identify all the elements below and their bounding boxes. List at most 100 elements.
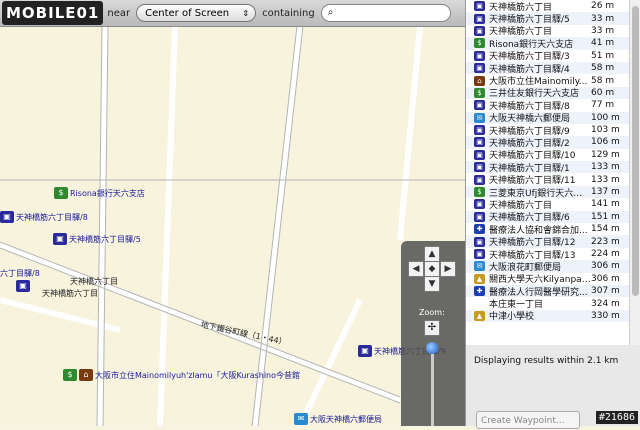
bus-icon: ▣	[474, 137, 485, 148]
result-row[interactable]: ▣ 天神橋筋六丁目驛/12 223 m	[466, 235, 629, 248]
result-row[interactable]: ▣ 天神橋筋六丁目驛/10 129 m	[466, 149, 629, 161]
result-row[interactable]: ✉ 大阪浪花町郵便局 306 m	[466, 260, 629, 273]
result-name: 醫療法人行岡醫學研究...	[489, 287, 588, 298]
result-row[interactable]: ▣ 天神橋筋六丁目驛/8 77 m	[466, 99, 629, 112]
result-row[interactable]: $ Risona銀行天六支店 41 m	[466, 37, 629, 50]
result-distance: 103 m	[591, 125, 620, 136]
result-distance: 151 m	[591, 211, 620, 222]
map-poi-post[interactable]: ✉ 大阪天神橋六郵便局	[294, 413, 382, 425]
scrollbar-thumb[interactable]	[632, 6, 639, 296]
result-distance: 224 m	[591, 249, 620, 259]
near-select[interactable]: Center of Screen ⇕	[136, 4, 257, 22]
bus-icon: ▣	[474, 100, 485, 111]
blank-icon	[474, 299, 485, 309]
result-row[interactable]: ⌂ 大阪市立住Mainomily... 58 m	[466, 74, 629, 88]
result-distance: 77 m	[591, 100, 615, 111]
hospital-icon: ✚	[474, 286, 485, 297]
search-field[interactable]: ⌕	[320, 4, 451, 22]
result-name: 天神橋筋六丁目驛/5	[489, 15, 570, 26]
result-name: 大阪浪花町郵便局	[489, 262, 562, 273]
result-name: 大阪天神橋六郵便局	[489, 114, 571, 125]
result-row[interactable]: 本庄東一丁目 324 m	[466, 297, 629, 311]
result-row[interactable]: ▣ 天神橋筋六丁目驛/1 133 m	[466, 161, 629, 174]
bus-icon: ▣	[474, 13, 485, 24]
bus-icon: ▣	[474, 50, 485, 61]
result-row[interactable]: ▣ 天神橋筋六丁目驛/3 51 m	[466, 50, 629, 62]
result-row[interactable]: ▣ 天神橋筋六丁目 33 m	[466, 25, 629, 37]
pan-left-button[interactable]: ◀	[408, 261, 424, 277]
result-row[interactable]: ▣ 天神橋筋六丁目驛/13 224 m	[466, 248, 629, 261]
result-row[interactable]: ▲ 關西大學天六Kilyanpasu 306 m	[466, 273, 629, 285]
result-distance: 306 m	[591, 273, 620, 284]
zoom-slider-thumb[interactable]	[426, 342, 438, 354]
result-row[interactable]: ✉ 大阪天神橋六郵便局 100 m	[466, 111, 629, 125]
create-waypoint-label: Create Waypoint...	[481, 416, 565, 426]
map-poi-museum[interactable]: $ ⌂ 大阪市立住Mainomilyuh'zlamu「大阪Kurashino今昔…	[63, 369, 300, 381]
status-text: Displaying results within 2.1 km	[474, 356, 619, 366]
bus-icon: ▣	[474, 174, 485, 185]
map-view[interactable]: MOBILE01 near Center of Screen ⇕ contain…	[0, 0, 465, 426]
bus-icon: ▣	[53, 233, 67, 245]
search-toolbar: MOBILE01 near Center of Screen ⇕ contain…	[0, 0, 465, 27]
result-name: 天神橋筋六丁目驛/2	[489, 139, 570, 149]
result-row[interactable]: ▲ 中津小學校 330 m	[466, 309, 629, 323]
result-distance: 133 m	[591, 174, 620, 185]
result-name: Risona銀行天六支店	[489, 39, 574, 50]
result-row[interactable]: $ 三菱東京Ufj銀行天六支店 137 m	[466, 185, 629, 199]
result-name: 天神橋筋六丁目驛/13	[489, 250, 576, 261]
result-distance: 58 m	[591, 75, 615, 86]
results-scrollbar[interactable]	[629, 0, 640, 345]
result-row[interactable]: ▣ 天神橋筋六丁目驛/9 103 m	[466, 124, 629, 137]
result-row[interactable]: ▣ 天神橋筋六丁目驛/4 58 m	[466, 61, 629, 75]
result-row[interactable]: ▣ 天神橋筋六丁目驛/6 151 m	[466, 210, 629, 223]
pan-down-button[interactable]: ▼	[424, 276, 440, 292]
map-poi-bus[interactable]: 六丁目驛/8	[0, 268, 40, 279]
poi-label: 天神橋筋六丁目驛/8	[16, 212, 88, 222]
result-distance: 41 m	[591, 38, 615, 49]
result-name: 中津小學校	[489, 312, 535, 323]
map-poi-bus[interactable]: ▣ 天神橋筋六丁目驛/8	[0, 211, 88, 223]
result-row[interactable]: ▣ 天神橋筋六丁目 26 m	[466, 0, 629, 13]
result-row[interactable]: $ 三井住友銀行天六支店 60 m	[466, 86, 629, 100]
zoom-slider-track[interactable]	[431, 347, 434, 426]
poi-label: 大阪天神橋六郵便局	[310, 414, 382, 424]
result-row[interactable]: ▣ 天神橋筋六丁目 141 m	[466, 198, 629, 211]
result-distance: 306 m	[591, 261, 620, 272]
result-name: 天神橋筋六丁目	[489, 2, 553, 13]
result-row[interactable]: ✚ 醫療法人行岡醫學研究... 307 m	[466, 284, 629, 298]
result-name: 天神橋筋六丁目驛/8	[489, 101, 570, 112]
map-poi-bank[interactable]: $ Risona銀行天六支店	[54, 187, 145, 199]
result-distance: 129 m	[591, 149, 620, 160]
result-row[interactable]: ▣ 天神橋筋六丁目驛/2 106 m	[466, 136, 629, 149]
pan-up-button[interactable]: ▲	[424, 246, 440, 262]
result-name: 三井住友銀行天六支店	[489, 89, 580, 100]
result-name: 天神橋筋六丁目驛/11	[489, 176, 576, 187]
result-name: 三菱東京Ufj銀行天六支店	[489, 188, 591, 199]
bus-icon: ▣	[474, 249, 485, 259]
zoom-label: Zoom:	[419, 308, 445, 317]
bank-icon: $	[474, 87, 485, 98]
map-poi-bus-marker[interactable]: ▣	[16, 280, 32, 292]
result-name: 天神橋筋六丁目驛/9	[489, 126, 570, 137]
result-row[interactable]: ✚ 醫療法人協和會錦合加... 154 m	[466, 223, 629, 236]
pan-right-button[interactable]: ▶	[440, 261, 456, 277]
poi-label: 六丁目驛/8	[0, 269, 40, 278]
result-name: 醫療法人協和會錦合加...	[489, 225, 588, 236]
map-navigation-panel: ▲ ◀ ◆ ▶ ▼ Zoom: ✢	[401, 241, 465, 426]
zoom-in-button[interactable]: ✢	[424, 320, 440, 336]
result-row[interactable]: ▣ 天神橋筋六丁目驛/11 133 m	[466, 173, 629, 187]
result-distance: 324 m	[591, 298, 620, 309]
containing-label: containing	[262, 7, 315, 19]
result-name: 大阪市立住Mainomily...	[489, 77, 588, 88]
create-waypoint-button[interactable]: Create Waypoint...	[476, 411, 580, 429]
post-office-icon: ✉	[294, 413, 308, 425]
map-poi-bus[interactable]: ▣ 天神橋筋六丁目驛/5	[53, 233, 141, 245]
pan-center-button[interactable]: ◆	[424, 261, 440, 277]
result-name: 天神橋筋六丁目驛/3	[489, 52, 570, 63]
poi-label: 大阪市立住Mainomilyuh'zlamu「大阪Kurashino今昔館	[95, 370, 301, 380]
result-row[interactable]: ▣ 天神橋筋六丁目驛/5 33 m	[466, 12, 629, 26]
result-distance: 58 m	[591, 63, 615, 74]
results-list: ▣ 天神橋筋六丁目 26 m ▣ 天神橋筋六丁目驛/5 33 m ▣ 天神橋筋六丁目 33 m $…	[466, 0, 629, 345]
poi-label: 天神橋筋六丁目驛/5	[69, 234, 141, 244]
search-input[interactable]	[343, 7, 448, 20]
